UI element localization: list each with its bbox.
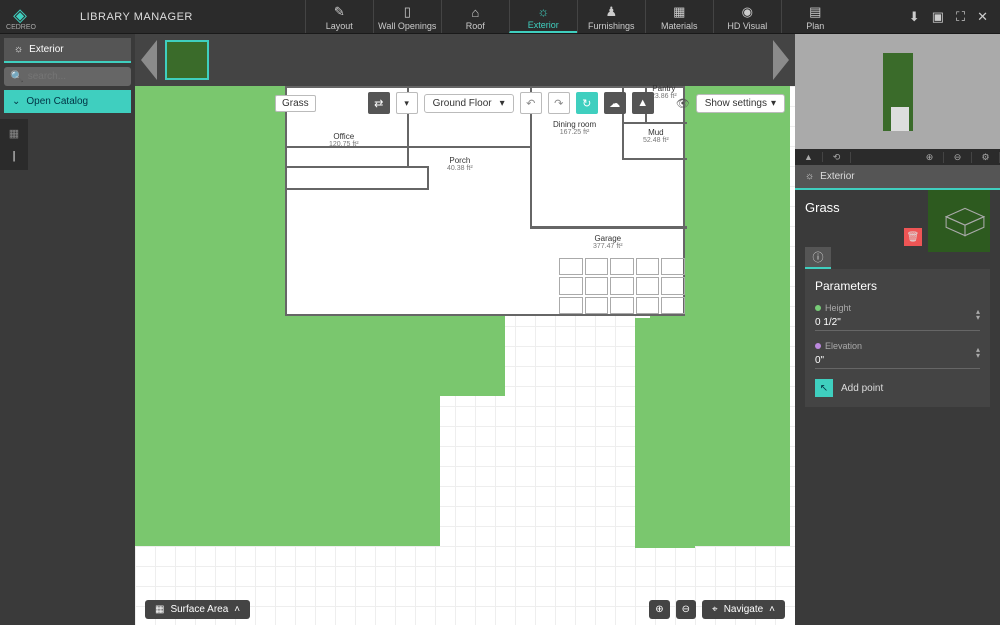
elevation-input[interactable]: 0" (815, 353, 980, 369)
roof-icon: ⌂ (471, 5, 479, 20)
eye-icon: 👁 (676, 97, 690, 110)
elevation-stepper[interactable]: ▴▾ (976, 347, 980, 359)
search-input-wrap[interactable]: 🔍 (4, 67, 131, 86)
info-tab[interactable]: ⓘ (805, 247, 831, 269)
floor-select[interactable]: Ground Floor▾ (424, 94, 514, 113)
fullscreen-icon[interactable]: ⛶ (956, 9, 965, 25)
close-icon[interactable]: ✕ (977, 9, 988, 25)
tab-materials[interactable]: ▦Materials (645, 0, 713, 33)
chevron-up-icon: ˄ (234, 604, 240, 615)
refresh-button[interactable]: ↻ (576, 92, 598, 114)
tab-layout[interactable]: ✎Layout (305, 0, 373, 33)
navigate-button[interactable]: ⌖Navigate˄ (702, 600, 785, 619)
show-settings-button[interactable]: Show settings▾ (696, 94, 785, 113)
view-person-icon[interactable]: ▲ (795, 152, 823, 162)
undo-button[interactable]: ↶ (520, 92, 542, 114)
elevation-label: Elevation (825, 341, 862, 351)
materials-icon: ▦ (673, 4, 685, 20)
zoom-in-button[interactable]: ⊕ (649, 600, 669, 619)
strip-next-button[interactable] (773, 40, 789, 80)
exterior-icon: ☼ (537, 4, 549, 19)
terrain-button[interactable]: ▲ (632, 92, 654, 114)
compass-icon: ⌖ (712, 604, 718, 615)
door-icon: ▯ (404, 4, 411, 20)
swap-button[interactable]: ⇄ (368, 92, 390, 114)
mini-zoom-out-icon[interactable]: ⊖ (944, 152, 972, 163)
level-down-button[interactable]: ▾ (396, 92, 418, 114)
tab-furnishings[interactable]: ♟Furnishings (577, 0, 645, 33)
line-tool-icon[interactable]: | (13, 150, 16, 162)
cube-icon (944, 206, 986, 238)
tab-wall-openings[interactable]: ▯Wall Openings (373, 0, 441, 33)
canvas[interactable]: Office120.75 ft² Porch40.38 ft² Dining r… (135, 86, 795, 625)
search-input[interactable] (28, 71, 125, 82)
chevron-up-icon: ˄ (769, 604, 775, 615)
tab-roof[interactable]: ⌂Roof (441, 0, 509, 33)
sidebar-tab-exterior[interactable]: ☼ Exterior (4, 38, 131, 63)
open-catalog-button[interactable]: ⌄ Open Catalog (4, 90, 131, 113)
panel-tab-exterior[interactable]: ☼ Exterior (795, 165, 1000, 190)
download-icon[interactable]: ⬇ (909, 9, 920, 25)
material-thumb-grass[interactable] (165, 40, 209, 80)
area-icon: ▦ (155, 604, 164, 615)
height-label: Height (825, 303, 851, 313)
grid-view-icon[interactable]: ▦ (9, 127, 19, 140)
zoom-out-button[interactable]: ⊖ (676, 600, 696, 619)
strip-prev-button[interactable] (141, 40, 157, 80)
search-icon: 🔍 (10, 70, 24, 83)
exterior-icon: ☼ (805, 171, 814, 182)
camera-icon: ◉ (742, 4, 753, 20)
pencil-icon: ✎ (334, 4, 345, 20)
logo-icon: ◈ (0, 3, 40, 26)
add-point-button[interactable]: ↖ Add point (815, 379, 980, 397)
redo-button[interactable]: ↷ (548, 92, 570, 114)
save-icon[interactable]: ▣ (932, 9, 944, 25)
cloud-button[interactable]: ☁ (604, 92, 626, 114)
tab-hd-visual[interactable]: ◉HD Visual (713, 0, 781, 33)
tab-plan[interactable]: ▤Plan (781, 0, 849, 33)
parameters-heading: Parameters (815, 279, 980, 293)
height-stepper[interactable]: ▴▾ (976, 309, 980, 321)
brand-label: CEDREO (0, 24, 42, 31)
height-input[interactable]: 0 1/2" (815, 315, 980, 331)
surface-area-button[interactable]: ▦Surface Area˄ (145, 600, 250, 619)
mini-zoom-in-icon[interactable]: ⊕ (916, 152, 944, 163)
chevron-down-icon: ▾ (771, 98, 776, 109)
chair-icon: ♟ (605, 4, 617, 20)
view-orbit-icon[interactable]: ⟲ (823, 152, 851, 163)
preview-3d[interactable] (795, 34, 1000, 149)
tab-exterior[interactable]: ☼Exterior (509, 0, 577, 33)
floorplan: Office120.75 ft² Porch40.38 ft² Dining r… (285, 86, 685, 316)
chevron-down-icon: ⌄ (12, 96, 20, 107)
exterior-icon: ☼ (14, 44, 23, 55)
selection-label: Grass (275, 95, 316, 112)
mini-settings-icon[interactable]: ⚙ (972, 152, 1000, 163)
chevron-down-icon: ▾ (500, 98, 505, 109)
add-icon: ↖ (815, 379, 833, 397)
plan-icon: ▤ (809, 4, 821, 20)
app-title: LIBRARY MANAGER (80, 11, 193, 23)
delete-button[interactable]: 🗑 (904, 228, 922, 246)
